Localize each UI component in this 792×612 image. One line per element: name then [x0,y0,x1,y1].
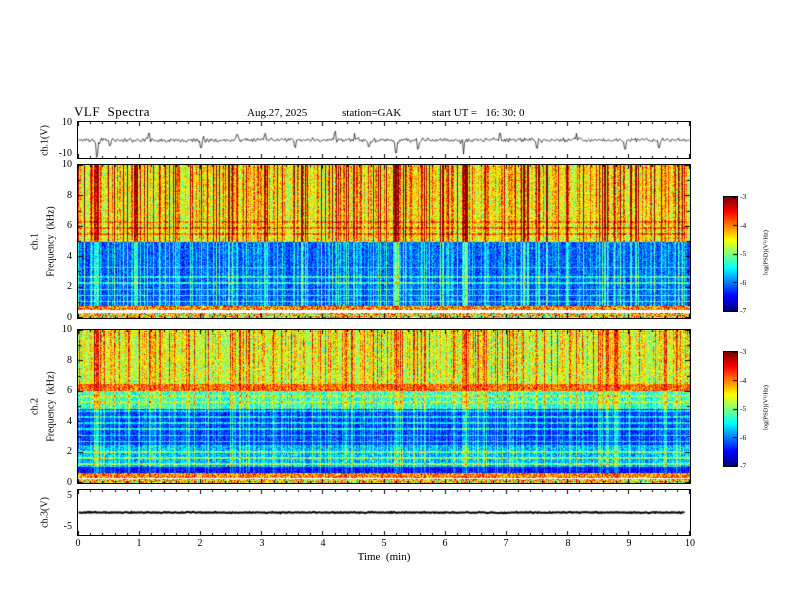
colorbar1-tick: -7 [740,306,747,315]
x-tick-label: 4 [320,538,326,549]
x-tick-label: 6 [442,538,448,549]
x-tick-label: 1 [136,538,142,549]
x-tick-label: 3 [259,538,265,549]
time-axis-label: Time (min) [357,551,411,563]
x-tick-label: 0 [75,538,81,549]
colorbar2-tick: -4 [740,376,747,385]
x-tick-label: 7 [503,538,509,549]
ch3-voltage-axis-label: ch.3(V) [39,497,51,528]
colorbar-2 [723,351,738,467]
x-tick-label: 8 [565,538,571,549]
vlf-spectra-figure: VLF Spectra Aug.27, 2025 station=GAK sta… [0,0,792,612]
ch1-channel-label: ch.1 [29,233,41,250]
ch2-channel-label: ch.2 [29,398,41,415]
header-start-ut: start UT = 16: 30: 0 [432,107,525,119]
ch2-spec-ytick: 10 [62,324,72,335]
ch1-spec-ytick: 10 [62,159,72,170]
ch3-waveform-canvas [77,489,691,536]
figure-title: VLF Spectra [74,104,151,119]
ch2-frequency-axis-label: Frequency (kHz) [45,371,57,442]
ch1-spec-ytick: 0 [67,312,72,323]
header-date: Aug.27, 2025 [247,107,308,119]
ch1-voltage-axis-label: ch.1(V) [39,125,51,156]
colorbar1-tick: -4 [740,221,747,230]
x-tick-label: 10 [685,538,695,549]
ch2-spectrogram-canvas [77,329,691,484]
colorbar1-title: log(PSD)(V²/Hz) [762,230,770,275]
colorbar2-tick: -6 [740,433,747,442]
colorbar2-tick: -7 [740,461,747,470]
ch1-waveform-canvas [77,121,691,159]
header-station: station=GAK [342,107,402,119]
x-tick-label: 5 [381,538,387,549]
colorbar2-tick: -5 [740,404,747,413]
ch1-spectrogram-canvas [77,164,691,319]
colorbar1-tick: -6 [740,278,747,287]
colorbar1-tick: -3 [740,192,747,201]
colorbar2-title: log(PSD)(V²/Hz) [762,385,770,430]
colorbar2-tick: -3 [740,347,747,356]
colorbar1-tick: -5 [740,249,747,258]
ch1-frequency-axis-label: Frequency (kHz) [45,206,57,277]
x-tick-label: 2 [197,538,203,549]
colorbar-1 [723,196,738,312]
x-tick-label: 9 [626,538,632,549]
